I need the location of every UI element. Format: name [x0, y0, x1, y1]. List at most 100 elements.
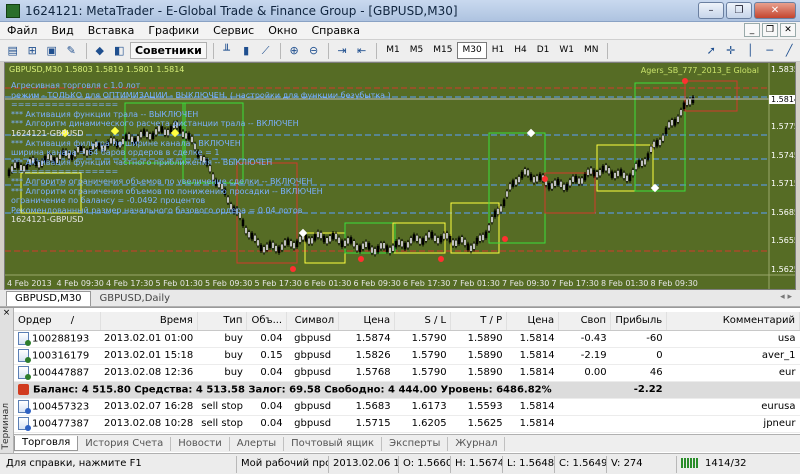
menu-help[interactable]: Справка: [304, 24, 366, 37]
order-tp[interactable]: 1.5890: [450, 347, 507, 365]
timeframe-w1[interactable]: W1: [554, 42, 579, 59]
candle-body: [145, 131, 149, 138]
crosshair-icon[interactable]: ✛: [722, 42, 740, 59]
col-order[interactable]: Ордер /: [14, 312, 101, 331]
candle-chart-icon[interactable]: ▮: [237, 42, 255, 59]
menu-file[interactable]: Файл: [0, 24, 44, 37]
vertical-line-icon[interactable]: │: [741, 42, 759, 59]
price-chart[interactable]: GBPUSD,M30 1.5803 1.5819 1.5801 1.5814 A…: [4, 62, 796, 290]
terminal-panel: × Терминал Ордер / Время Тип Объ... Симв…: [0, 307, 800, 454]
editor-icon[interactable]: ◧: [110, 42, 128, 59]
horizontal-line-icon[interactable]: ─: [761, 42, 779, 59]
menu-view[interactable]: Вид: [44, 24, 80, 37]
timeframe-d1[interactable]: D1: [532, 42, 555, 59]
mdi-close-button[interactable]: ✕: [780, 23, 796, 37]
tab-journal[interactable]: Журнал: [448, 436, 506, 451]
menu-tools[interactable]: Сервис: [206, 24, 261, 37]
zoom-out-icon[interactable]: ⊖: [305, 42, 323, 59]
timeframe-h1[interactable]: H1: [487, 42, 510, 59]
col-price[interactable]: Цена: [338, 312, 396, 331]
close-button[interactable]: ✕: [754, 2, 796, 19]
profiles-icon[interactable]: ⊞: [24, 42, 42, 59]
menu-charts[interactable]: Графики: [141, 24, 206, 37]
order-comment: eur: [666, 364, 800, 382]
tab-alerts[interactable]: Алерты: [230, 436, 285, 451]
tab-mailbox[interactable]: Почтовый ящик: [284, 436, 383, 451]
order-sl[interactable]: 1.6173: [394, 398, 451, 416]
market-watch-icon[interactable]: ▣: [43, 42, 61, 59]
cursor-icon[interactable]: ➚: [702, 42, 720, 59]
status-connection[interactable]: 1414/32 kb: [676, 455, 750, 473]
order-symbol: gbpusd: [286, 330, 339, 348]
col-current-price[interactable]: Цена: [506, 312, 560, 331]
order-sl[interactable]: 1.5790: [394, 347, 451, 365]
order-sl[interactable]: 1.6205: [394, 415, 451, 433]
balance-icon: [18, 383, 29, 395]
order-tp[interactable]: 1.5890: [450, 330, 507, 348]
order-row[interactable]: 100316179 2013.02.01 15:18 buy 0.15 gbpusd 1.…: [14, 347, 800, 365]
col-time[interactable]: Время: [100, 312, 198, 331]
timeframe-m1[interactable]: M1: [381, 42, 405, 59]
menu-bar: Файл Вид Вставка Графики Сервис Окно Спр…: [0, 22, 800, 40]
chart-tab-gbpusd-m30[interactable]: GBPUSD,M30: [6, 291, 91, 306]
price-tick-label: 1.5745: [771, 150, 795, 160]
line-chart-icon[interactable]: ⟋: [257, 42, 275, 59]
order-tp[interactable]: 1.5625: [450, 415, 507, 433]
col-swap[interactable]: Своп: [558, 312, 612, 331]
terminal-close-button[interactable]: ×: [0, 308, 13, 318]
tab-trade[interactable]: Торговля: [14, 436, 79, 451]
expert-advisors-button[interactable]: Советники: [129, 42, 207, 59]
chart-tab-gbpusd-daily[interactable]: GBPUSD,Daily: [91, 291, 180, 306]
order-tp[interactable]: 1.5890: [450, 364, 507, 382]
order-id: 100316179: [32, 350, 90, 362]
timeframe-m5[interactable]: M5: [405, 42, 429, 59]
bar-chart-icon[interactable]: ╨: [218, 42, 236, 59]
chart-shift-icon[interactable]: ⇤: [353, 42, 371, 59]
menu-window[interactable]: Окно: [261, 24, 304, 37]
time-tick-label: 4 Feb 17:30: [106, 279, 154, 288]
new-chart-icon[interactable]: ▤: [4, 42, 22, 59]
order-id-cell: 100477387: [14, 415, 100, 433]
col-volume[interactable]: Объ...: [246, 312, 288, 331]
timeframe-h4[interactable]: H4: [509, 42, 532, 59]
tab-news[interactable]: Новости: [171, 436, 230, 451]
candle-body: [493, 210, 497, 218]
pending-order-row[interactable]: 100457323 2013.02.07 16:28 sell stop 0.04 gb…: [14, 398, 800, 416]
mdi-minimize-button[interactable]: _: [744, 23, 760, 37]
price-tick-label: 1.5655: [771, 236, 795, 246]
zoom-in-icon[interactable]: ⊕: [285, 42, 303, 59]
order-tp[interactable]: 1.5593: [450, 398, 507, 416]
pending-order-row[interactable]: 100477387 2013.02.08 10:28 sell stop 0.04 gb…: [14, 415, 800, 433]
navigator-icon[interactable]: ✎: [63, 42, 81, 59]
candle-body: [376, 245, 380, 253]
col-comment[interactable]: Комментарий: [666, 312, 800, 331]
candle-body: [583, 173, 587, 181]
new-order-icon[interactable]: ◆: [91, 42, 109, 59]
timeframe-mn[interactable]: MN: [579, 42, 604, 59]
col-type[interactable]: Тип: [197, 312, 248, 331]
order-row[interactable]: 100447887 2013.02.08 12:36 buy 0.04 gbpusd 1.…: [14, 364, 800, 382]
minimize-button[interactable]: –: [698, 2, 724, 19]
col-tp[interactable]: T / P: [450, 312, 508, 331]
tab-experts[interactable]: Эксперты: [382, 436, 449, 451]
mdi-restore-button[interactable]: ❐: [762, 23, 778, 37]
chart-tabs-scroll-arrows[interactable]: ◂ ▸: [780, 292, 792, 302]
trendline-icon[interactable]: ╱: [780, 42, 798, 59]
order-row[interactable]: 100288193 2013.02.01 01:00 buy 0.04 gbpusd 1.…: [14, 330, 800, 348]
autoscroll-icon[interactable]: ⇥: [333, 42, 351, 59]
status-profile[interactable]: Мой рабочий проф: [236, 455, 328, 473]
timeframe-m30[interactable]: M30: [457, 42, 487, 59]
col-profit[interactable]: Прибыль: [610, 312, 668, 331]
candle-body: [676, 116, 680, 123]
col-sl[interactable]: S / L: [394, 312, 452, 331]
timeframe-m15[interactable]: M15: [428, 42, 457, 59]
current-price-label: 1.5814: [769, 95, 795, 104]
toolbar: ▤ ⊞ ▣ ✎ ◆ ◧ Советники ╨ ▮ ⟋ ⊕ ⊖ ⇥ ⇤ M1 M…: [0, 40, 800, 62]
order-sl[interactable]: 1.5790: [394, 330, 451, 348]
order-sl[interactable]: 1.5790: [394, 364, 451, 382]
menu-insert[interactable]: Вставка: [81, 24, 142, 37]
order-time: 2013.02.08 10:28: [100, 415, 198, 433]
col-symbol[interactable]: Символ: [286, 312, 340, 331]
maximize-button[interactable]: ❐: [726, 2, 752, 19]
tab-account-history[interactable]: История Счета: [78, 436, 172, 451]
